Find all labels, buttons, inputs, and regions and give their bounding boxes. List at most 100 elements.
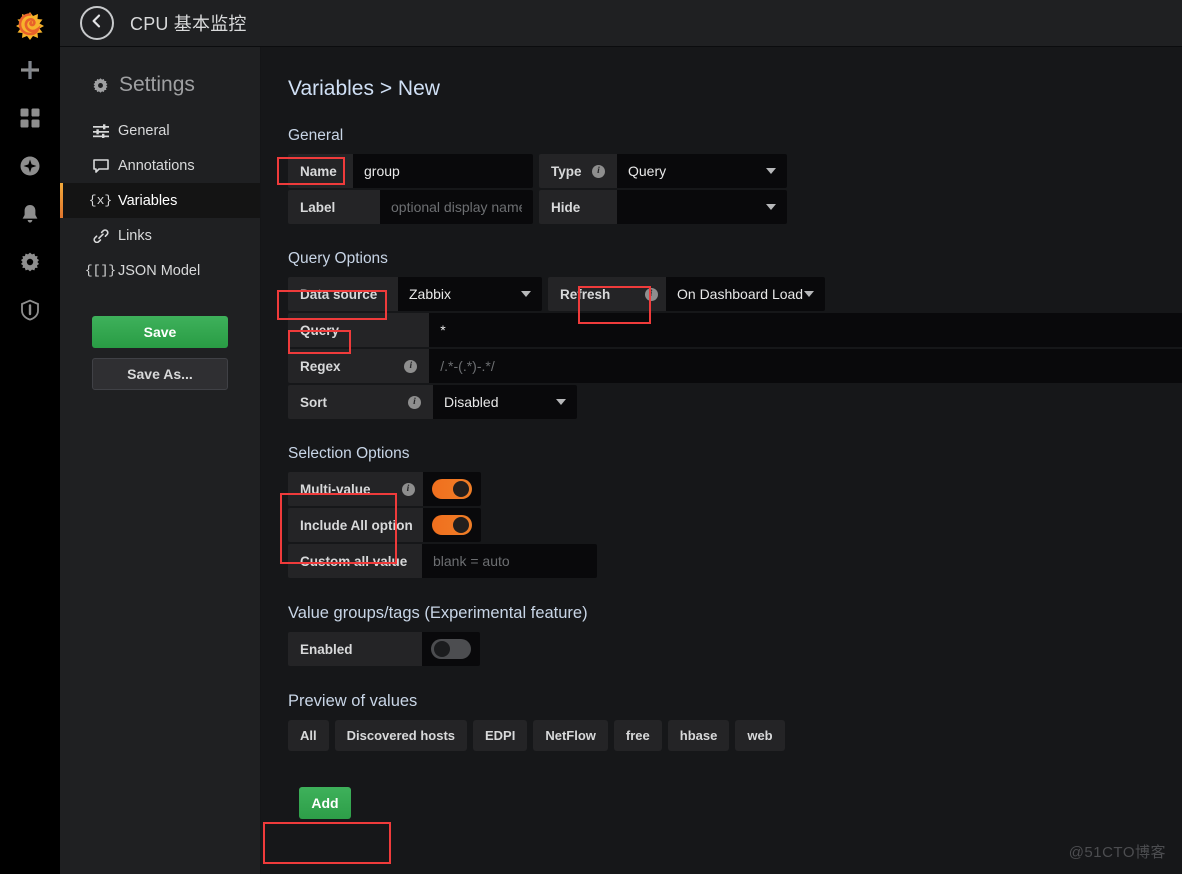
grafana-logo-icon[interactable]: [10, 6, 50, 46]
enabled-row: Enabled: [288, 632, 1182, 666]
grid-squares-icon: [19, 107, 41, 129]
sliders-icon: [92, 123, 109, 138]
info-icon[interactable]: i: [644, 287, 658, 301]
settings-header: Settings: [60, 47, 260, 97]
shield-icon: [19, 299, 41, 321]
data-source-select[interactable]: Zabbix: [398, 277, 542, 311]
query-label: Query: [288, 313, 430, 347]
query-options-section-title: Query Options: [288, 250, 388, 267]
chevron-down-icon: [766, 168, 776, 174]
sidebar-item-general[interactable]: General: [60, 113, 260, 148]
sidebar-item-label: Variables: [118, 192, 178, 209]
multi-value-label: Multi-value: [288, 472, 393, 506]
list-item[interactable]: Discovered hosts: [334, 720, 467, 751]
sidebar-item-label: JSON Model: [118, 262, 201, 279]
page-title: CPU 基本监控: [130, 14, 247, 34]
refresh-select[interactable]: On Dashboard Load: [666, 277, 825, 311]
list-item[interactable]: hbase: [667, 720, 730, 751]
type-value: Query: [628, 163, 667, 179]
sort-label-text: Sort: [300, 394, 327, 410]
settings-nav: General Annotations {x} Variables Links …: [60, 113, 260, 288]
list-item[interactable]: web: [735, 720, 785, 751]
variables-editor: Variables > New General Name Type i Quer…: [261, 47, 1182, 874]
sidebar-item-links[interactable]: Links: [60, 218, 260, 253]
hide-label: Hide: [539, 190, 617, 224]
include-all-label: Include All option: [288, 508, 423, 542]
value-groups-section-title: Value groups/tags (Experimental feature): [288, 604, 588, 622]
refresh-value: On Dashboard Load: [677, 286, 804, 302]
comment-icon: [92, 158, 109, 173]
list-item[interactable]: All: [288, 720, 329, 751]
sidebar-item-explore[interactable]: [0, 142, 60, 190]
sidebar-item-dashboards[interactable]: [0, 94, 60, 142]
bell-icon: [19, 203, 41, 225]
sort-select[interactable]: Disabled: [433, 385, 577, 419]
info-icon[interactable]: i: [404, 359, 418, 373]
chevron-down-icon: [556, 399, 566, 405]
settings-sidebar: Settings General Annotations {x} Variabl…: [60, 47, 261, 874]
save-as-button[interactable]: Save As...: [92, 358, 228, 390]
plus-icon: [19, 59, 41, 81]
preview-section-title: Preview of values: [288, 692, 418, 710]
settings-title: Settings: [119, 73, 195, 96]
list-item[interactable]: free: [613, 720, 662, 751]
multi-value-toggle[interactable]: [423, 472, 481, 506]
datasource-row: Data source Zabbix Refresh i On Dashboar…: [288, 277, 1182, 311]
arrow-left-icon: [88, 12, 106, 35]
custom-all-row: Custom all value: [288, 544, 1182, 578]
custom-all-input[interactable]: [422, 544, 597, 578]
sidebar-item-configuration[interactable]: [0, 238, 60, 286]
query-row: Query: [288, 313, 1182, 347]
sort-label: Sort i: [288, 385, 433, 419]
list-item[interactable]: EDPI: [473, 720, 528, 751]
regex-row: Regex i: [288, 349, 1182, 383]
toggle-switch-off: [431, 639, 471, 659]
add-button[interactable]: Add: [299, 787, 351, 819]
save-button[interactable]: Save: [92, 316, 228, 348]
sidebar-item-label: Annotations: [118, 157, 195, 174]
sort-value: Disabled: [444, 394, 499, 410]
link-icon: [92, 228, 109, 243]
sort-row: Sort i Disabled: [288, 385, 1182, 419]
type-select[interactable]: Query: [617, 154, 787, 188]
info-icon[interactable]: i: [401, 482, 415, 496]
name-input[interactable]: [353, 154, 533, 188]
enabled-toggle[interactable]: [422, 632, 480, 666]
info-icon[interactable]: i: [592, 164, 605, 178]
back-button[interactable]: [80, 6, 114, 40]
sidebar-item-create[interactable]: [0, 46, 60, 94]
braces-brackets-icon: {[]}: [84, 263, 117, 278]
regex-label: Regex i: [288, 349, 430, 383]
sidebar-item-alerting[interactable]: [0, 190, 60, 238]
list-item[interactable]: NetFlow: [533, 720, 608, 751]
info-icon[interactable]: i: [408, 395, 421, 409]
regex-input[interactable]: [429, 349, 1182, 383]
gear-icon: [19, 251, 41, 273]
sidebar-item-json-model[interactable]: {[]} JSON Model: [60, 253, 260, 288]
dashboard-header: CPU 基本监控: [60, 0, 1182, 47]
include-all-row: Include All option: [288, 508, 1182, 542]
hide-select[interactable]: [617, 190, 787, 224]
multi-value-info-cell: i: [393, 472, 423, 506]
general-section-title: General: [288, 127, 344, 144]
sidebar-item-label: General: [118, 122, 170, 139]
toggle-switch-on: [432, 515, 472, 535]
gear-icon: [92, 76, 109, 95]
label-input[interactable]: [380, 190, 533, 224]
sidebar-item-label: Links: [118, 227, 152, 244]
data-source-value: Zabbix: [409, 286, 452, 302]
refresh-label: Refresh: [548, 277, 636, 311]
chevron-down-icon: [804, 291, 814, 297]
braces-x-icon: {x}: [88, 193, 113, 208]
sidebar-item-variables[interactable]: {x} Variables: [60, 183, 260, 218]
regex-label-text: Regex: [300, 358, 341, 374]
include-all-toggle[interactable]: [423, 508, 481, 542]
grafana-app: CPU 基本监控 Settings General Annotations {x…: [0, 0, 1182, 874]
query-input[interactable]: [429, 313, 1182, 347]
sidebar-item-annotations[interactable]: Annotations: [60, 148, 260, 183]
sidebar-item-server-admin[interactable]: [0, 286, 60, 334]
toggle-switch-on: [432, 479, 472, 499]
preview-values-list: All Discovered hosts EDPI NetFlow free h…: [288, 720, 1182, 751]
selection-options-section-title: Selection Options: [288, 445, 410, 462]
chevron-down-icon: [766, 204, 776, 210]
